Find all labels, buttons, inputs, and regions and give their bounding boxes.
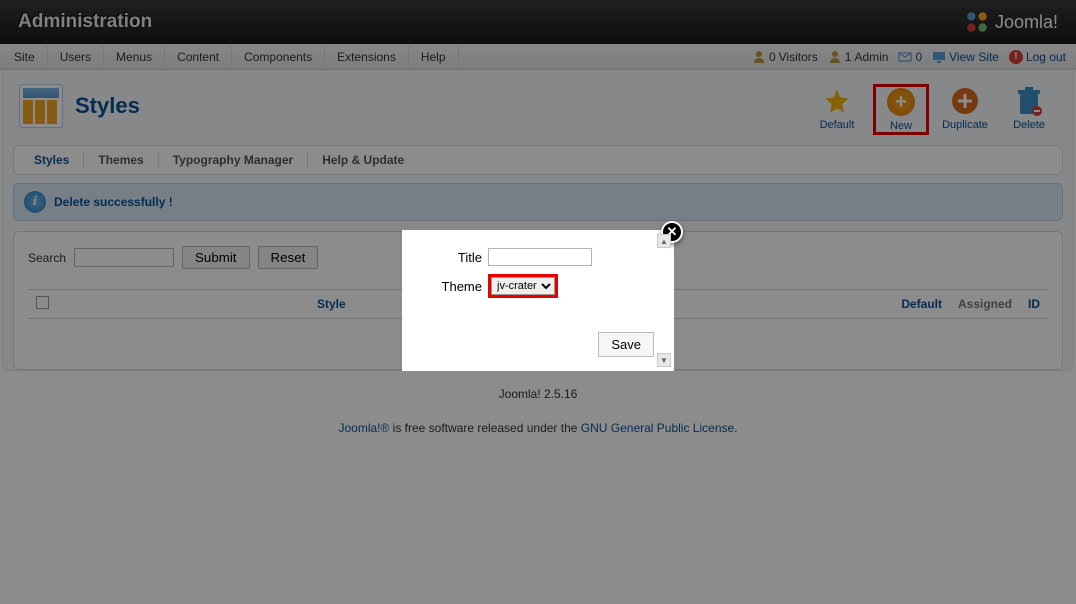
theme-select-highlight: jv-crater: [488, 274, 558, 298]
modal-theme-select[interactable]: jv-crater: [491, 277, 555, 295]
modal-scrollbar[interactable]: ▲ ▼: [656, 234, 672, 367]
modal-save-button[interactable]: Save: [598, 332, 654, 357]
modal-title-label: Title: [420, 250, 482, 265]
new-style-modal: ✕ Title Theme jv-crater Save ▲ ▼: [402, 230, 674, 371]
scroll-up-icon[interactable]: ▲: [657, 234, 671, 248]
scroll-down-icon[interactable]: ▼: [657, 353, 671, 367]
modal-title-input[interactable]: [488, 248, 592, 266]
modal-theme-label: Theme: [420, 279, 482, 294]
